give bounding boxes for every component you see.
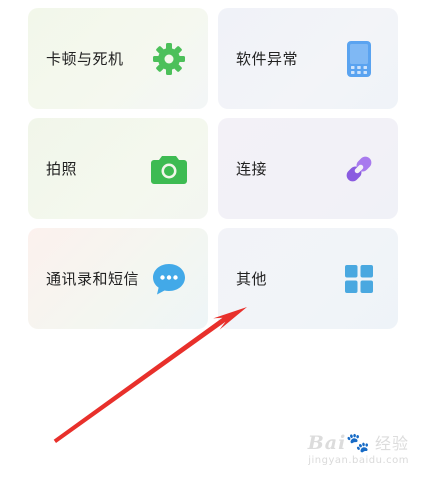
category-card-connection[interactable]: 连接 bbox=[218, 118, 398, 219]
phone-icon bbox=[340, 40, 378, 78]
watermark-brand: Bai bbox=[307, 432, 347, 454]
camera-icon bbox=[150, 150, 188, 188]
baidu-jingyan-watermark: Bai🐾 经验 jingyan.baidu.com bbox=[308, 430, 409, 466]
category-card-other[interactable]: 其他 bbox=[218, 228, 398, 329]
category-card-camera[interactable]: 拍照 bbox=[28, 118, 208, 219]
watermark-brand-cn: 经验 bbox=[374, 434, 409, 453]
help-category-screen: 卡顿与死机 软件异常 拍照 连接 通讯录和短信 其他 Bai🐾 经验 jingy… bbox=[0, 0, 431, 480]
link-icon bbox=[340, 150, 378, 188]
category-card-software-error[interactable]: 软件异常 bbox=[218, 8, 398, 109]
grid-icon bbox=[340, 260, 378, 298]
category-label: 拍照 bbox=[46, 160, 78, 178]
category-label: 其他 bbox=[236, 270, 268, 288]
category-card-contacts-sms[interactable]: 通讯录和短信 bbox=[28, 228, 208, 329]
category-label: 通讯录和短信 bbox=[46, 270, 140, 288]
category-label: 卡顿与死机 bbox=[46, 50, 124, 68]
watermark-logo: Bai🐾 经验 bbox=[307, 432, 409, 454]
watermark-url: jingyan.baidu.com bbox=[308, 455, 409, 466]
gear-icon bbox=[150, 40, 188, 78]
category-label: 连接 bbox=[236, 160, 268, 178]
message-icon bbox=[150, 260, 188, 298]
category-label: 软件异常 bbox=[236, 50, 299, 68]
category-card-lag-crash[interactable]: 卡顿与死机 bbox=[28, 8, 208, 109]
